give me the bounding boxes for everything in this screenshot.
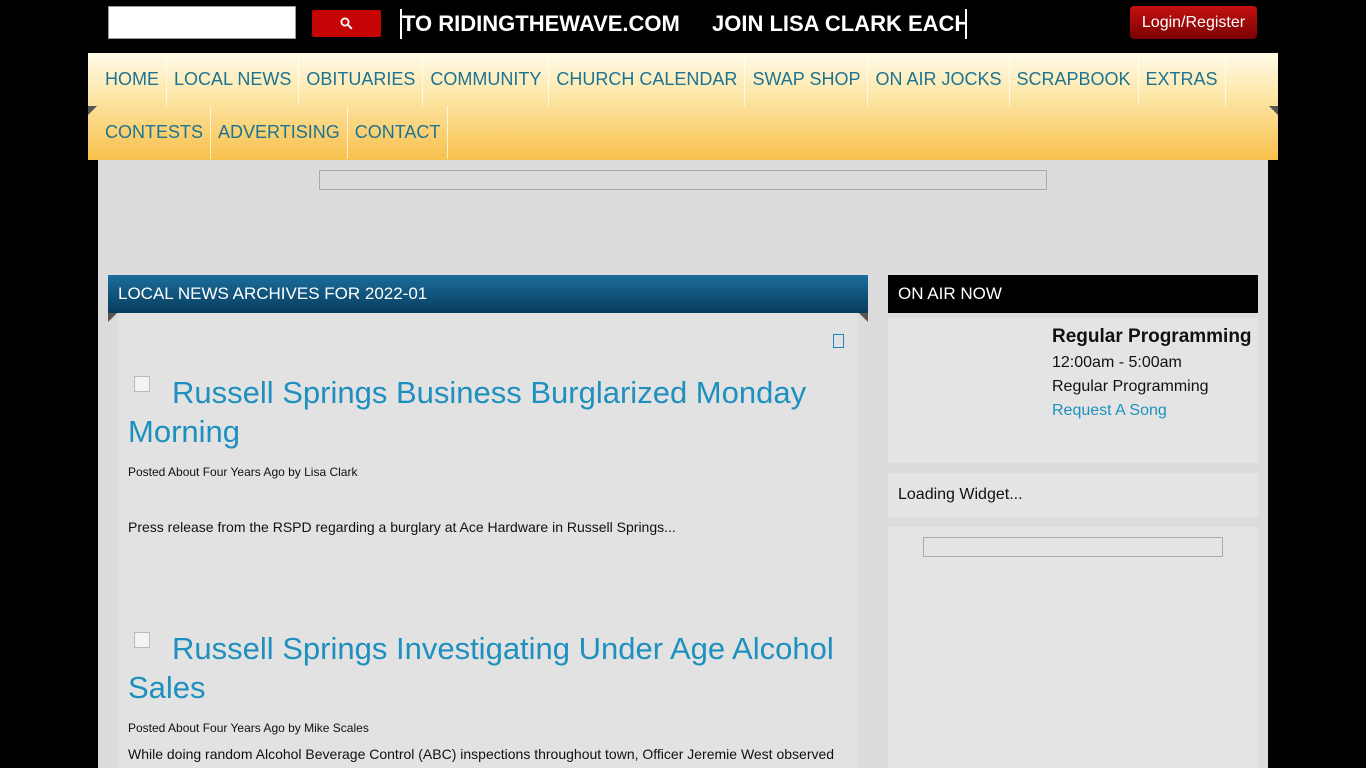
sidebar-ad-image[interactable] [923,537,1223,557]
nav-item-on-air-jocks[interactable]: ON AIR JOCKS [868,53,1010,106]
nav-row-1: HOME LOCAL NEWS OBITUARIES COMMUNITY CHU… [98,53,1226,106]
search-input[interactable] [108,6,296,39]
nav-item-contests[interactable]: CONTESTS [98,106,212,159]
post-title-link[interactable]: Russell Springs Business Burglarized Mon… [128,373,848,451]
search-icon [340,17,353,30]
request-song-link[interactable]: Request A Song [1052,399,1252,423]
nav-item-church-calendar[interactable]: CHURCH CALENDAR [549,53,746,106]
nav-item-scrapbook[interactable]: SCRAPBOOK [1010,53,1139,106]
post-excerpt: Press release from the RSPD regarding a … [128,519,676,535]
ticker-item[interactable]: JOIN LISA CLARK EACH [712,9,965,39]
top-bar: TO RIDINGTHEWAVE.COM JOIN LISA CLARK EAC… [0,0,1366,53]
ticker-item[interactable]: TO RIDINGTHEWAVE.COM [402,9,680,39]
header-corner-left [108,313,117,322]
banner-ad-image[interactable] [319,170,1047,190]
nav-item-swap-shop[interactable]: SWAP SHOP [745,53,869,106]
share-icon[interactable] [833,334,844,348]
news-ticker[interactable]: TO RIDINGTHEWAVE.COM JOIN LISA CLARK EAC… [400,9,967,39]
nav-item-contact[interactable]: CONTACT [348,106,449,159]
login-register-button[interactable]: Login/Register [1130,6,1257,39]
on-air-info: Regular Programming 12:00am - 5:00am Reg… [1052,322,1252,423]
nav-item-obituaries[interactable]: OBITUARIES [299,53,424,106]
nav-item-extras[interactable]: EXTRAS [1139,53,1226,106]
sidebar-ad-card [888,527,1258,768]
news-post: Russell Springs Business Burglarized Mon… [128,373,848,535]
nav-row-2: CONTESTS ADVERTISING CONTACT [98,106,449,159]
nav-item-home[interactable]: HOME [98,53,167,106]
post-thumbnail-image[interactable] [134,376,150,392]
nav-corner-left [88,106,97,115]
loading-widget: Loading Widget... [888,473,1258,517]
main-navigation: HOME LOCAL NEWS OBITUARIES COMMUNITY CHU… [88,53,1278,160]
nav-item-advertising[interactable]: ADVERTISING [211,106,348,159]
nav-item-community[interactable]: COMMUNITY [423,53,550,106]
show-time: 12:00am - 5:00am [1052,354,1182,371]
show-host: Regular Programming [1052,378,1209,395]
nav-corner-right [1269,106,1278,115]
header-corner-right [859,313,868,322]
post-title-text[interactable]: Russell Springs Investigating Under Age … [128,631,834,705]
post-excerpt: While doing random Alcohol Beverage Cont… [128,746,835,762]
post-title-link[interactable]: Russell Springs Investigating Under Age … [128,629,848,707]
post-thumbnail-image[interactable] [134,632,150,648]
search-button[interactable] [312,10,381,37]
section-title: LOCAL NEWS ARCHIVES FOR 2022-01 [108,275,868,313]
post-title-text[interactable]: Russell Springs Business Burglarized Mon… [128,375,806,449]
on-air-now-title: ON AIR NOW [888,275,1258,313]
post-meta: Posted About Four Years Ago by Lisa Clar… [128,465,358,479]
nav-item-local-news[interactable]: LOCAL NEWS [167,53,300,106]
post-meta: Posted About Four Years Ago by Mike Scal… [128,721,369,735]
news-post: Russell Springs Investigating Under Age … [128,629,848,762]
show-name: Regular Programming [1052,326,1252,347]
